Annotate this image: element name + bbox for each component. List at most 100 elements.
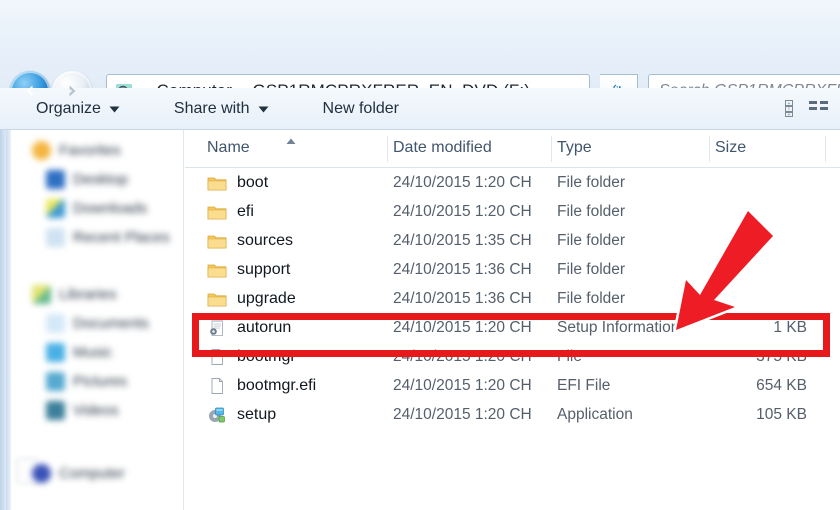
folder-icon [207,235,227,248]
libraries-icon [32,285,51,304]
column-divider-1[interactable] [387,136,388,162]
file-date-cell: 24/10/2015 1:20 CH [393,173,532,191]
file-size-cell: 375 KB [756,347,807,365]
table-row[interactable]: boot 24/10/2015 1:20 CH File folder [185,168,840,197]
organize-label: Organize [36,100,101,117]
table-row[interactable]: support 24/10/2015 1:36 CH File folder [185,255,840,284]
file-name-cell[interactable]: efi [207,203,254,221]
table-row[interactable]: upgrade 24/10/2015 1:36 CH File folder [185,284,840,313]
navigation-pane[interactable]: Favorites Desktop Downloads Recent Place… [6,130,184,510]
table-row[interactable]: setup 24/10/2015 1:20 CH Application 105… [185,400,840,429]
sidebar-label-favorites: Favorites [59,142,121,159]
command-toolbar: Organize Share with New folder + ! + [0,88,840,130]
forward-arrow-icon [69,85,76,97]
file-type-cell: File folder [557,202,626,220]
file-size-cell: 654 KB [756,376,807,394]
videos-icon [46,401,65,420]
column-headers: Name Date modified Type Size [185,130,840,168]
new-folder-button[interactable]: New folder [309,94,413,124]
sidebar-item-pictures[interactable]: Pictures [6,367,183,396]
sidebar-label-libraries: Libraries [59,286,117,303]
file-type-cell: File folder [557,260,626,278]
chevron-down-icon [258,106,269,112]
svg-text:+: + [788,112,791,118]
sidebar-item-documents[interactable]: Documents [6,309,183,338]
window-title-strip [0,0,840,30]
back-arrow-icon [26,85,33,97]
folder-icon [207,264,227,277]
file-date-cell: 24/10/2015 1:36 CH [393,289,532,307]
sidebar-divider [6,252,183,274]
pictures-icon [46,372,65,391]
table-row[interactable]: efi 24/10/2015 1:20 CH File folder [185,197,840,226]
column-header-type[interactable]: Type [557,139,592,157]
file-name-text: support [237,260,291,278]
table-row-autorun[interactable]: autorun 24/10/2015 1:20 CH Setup Informa… [185,313,840,342]
column-divider-2[interactable] [551,136,552,162]
file-name-text: upgrade [237,289,296,307]
downloads-icon [46,199,65,218]
file-date-cell: 24/10/2015 1:35 CH [393,231,532,249]
file-name-cell[interactable]: autorun [207,319,291,337]
column-header-date-modified[interactable]: Date modified [393,139,492,157]
view-options-group: + ! + [783,98,830,122]
libraries-group: Libraries Documents Music Pictures Video… [6,274,183,425]
file-type-cell: File folder [557,173,626,191]
column-header-size[interactable]: Size [715,139,746,157]
file-name-text: efi [237,202,254,220]
column-divider-3[interactable] [709,136,710,162]
table-row[interactable]: bootmgr.efi 24/10/2015 1:20 CH EFI File … [185,371,840,400]
column-divider-4[interactable] [825,136,826,162]
file-type-cell: File folder [557,289,626,307]
file-name-cell[interactable]: boot [207,174,268,192]
sidebar-item-desktop[interactable]: Desktop [6,165,183,194]
documents-icon [46,314,65,333]
file-name-text: bootmgr.efi [237,376,317,394]
file-name-cell[interactable]: bootmgr.efi [207,377,316,395]
show-preview-pane-button[interactable] [808,97,830,124]
file-name-cell[interactable]: sources [207,232,293,250]
sidebar-label-recent-places: Recent Places [73,229,170,246]
file-date-cell: 24/10/2015 1:20 CH [393,318,532,336]
file-name-cell[interactable]: support [207,261,290,279]
sidebar-item-computer[interactable]: Computer [6,459,183,488]
change-view-button[interactable]: + ! + [783,97,805,124]
column-header-name[interactable]: Name [207,139,250,157]
favorites-group: Favorites Desktop Downloads Recent Place… [6,130,183,252]
table-row[interactable]: sources 24/10/2015 1:35 CH File folder [185,226,840,255]
file-list-pane[interactable]: Name Date modified Type Size boot 24/10/… [185,130,840,510]
sidebar-item-libraries[interactable]: Libraries [6,280,183,309]
folder-icon [207,177,227,190]
file-name-cell[interactable]: upgrade [207,290,296,308]
file-name-text: boot [237,173,269,191]
sidebar-label-music: Music [73,344,113,361]
file-name-cell[interactable]: setup [207,406,276,424]
file-name-cell[interactable]: bootmgr [207,348,296,366]
address-bar-row: ▸ Computer ▸ GSP1RMCPRXFRER_EN_DVD (F:) … [0,30,840,111]
sidebar-item-downloads[interactable]: Downloads [6,194,183,223]
file-name-text: autorun [237,318,292,336]
preview-pane-icon [809,100,828,110]
generic-file-icon [211,348,223,365]
new-folder-label: New folder [322,100,399,117]
folder-icon [207,206,227,219]
share-with-button[interactable]: Share with [160,94,283,124]
sidebar-item-recent-places[interactable]: Recent Places [6,223,183,252]
sidebar-label-desktop: Desktop [73,171,129,188]
file-type-cell: EFI File [557,376,611,394]
file-size-cell: 105 KB [756,405,807,423]
folder-icon [207,293,227,306]
file-name-text: bootmgr [237,347,296,365]
sidebar-item-music[interactable]: Music [6,338,183,367]
file-name-text: setup [237,405,277,423]
table-row[interactable]: bootmgr 24/10/2015 1:20 CH File 375 KB [185,342,840,371]
setup-information-icon [210,319,223,336]
file-type-cell: Application [557,405,633,423]
file-name-text: sources [237,231,294,249]
file-date-cell: 24/10/2015 1:20 CH [393,376,532,394]
sidebar-item-videos[interactable]: Videos [6,396,183,425]
computer-group: Computer [6,459,183,488]
file-type-cell: Setup Information [557,318,680,336]
sidebar-item-favorites[interactable]: Favorites [6,136,183,165]
computer-icon [32,464,51,483]
